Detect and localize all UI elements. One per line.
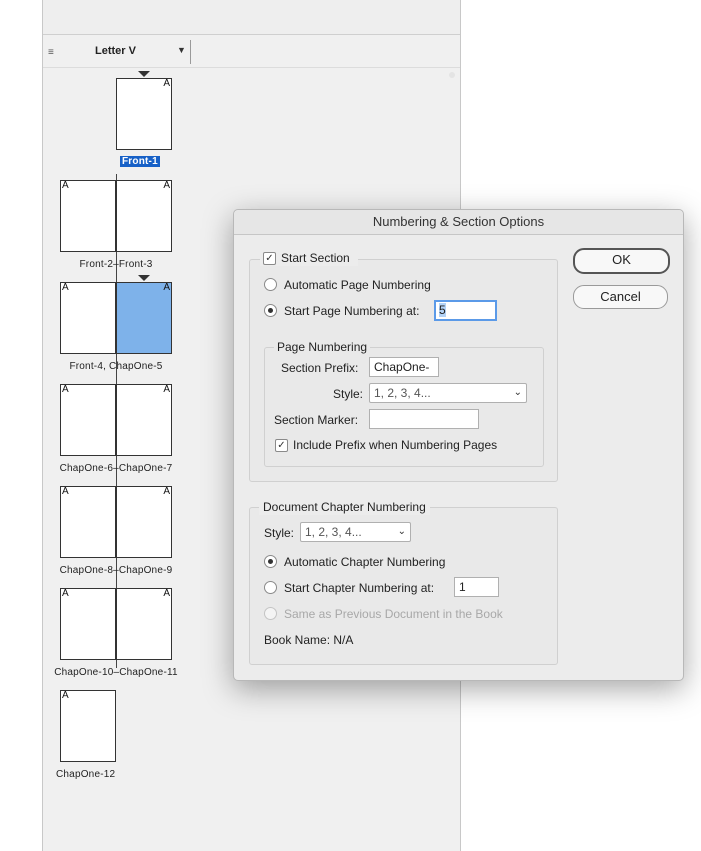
include-prefix-label[interactable]: Include Prefix when Numbering Pages xyxy=(293,437,497,453)
spread-label[interactable]: Front-4, ChapOne-5 xyxy=(60,361,172,372)
page-thumbnail[interactable]: A xyxy=(116,486,172,558)
master-marker: A xyxy=(62,588,69,599)
current-page-indicator xyxy=(138,71,150,77)
master-name[interactable]: Letter V xyxy=(95,45,136,57)
page-thumbnail[interactable]: A xyxy=(60,588,116,660)
scrollbar-indicator[interactable] xyxy=(449,72,455,78)
chapter-numbering-heading: Document Chapter Numbering xyxy=(259,499,430,515)
same-as-previous-label: Same as Previous Document in the Book xyxy=(284,607,503,621)
panel-grip-icon[interactable]: ≡ xyxy=(48,47,54,58)
bar-divider xyxy=(190,40,191,64)
master-marker: A xyxy=(62,180,69,191)
master-marker: A xyxy=(163,486,170,497)
page-thumbnail[interactable]: A xyxy=(116,180,172,252)
checkbox-check-icon: ✓ xyxy=(277,440,286,451)
chapter-style-value: 1, 2, 3, 4... xyxy=(305,525,362,539)
include-prefix-checkbox[interactable]: ✓ xyxy=(275,439,288,452)
spread-label[interactable]: Front-2–Front-3 xyxy=(60,259,172,270)
checkbox-check-icon: ✓ xyxy=(265,253,274,264)
automatic-page-numbering-label[interactable]: Automatic Page Numbering xyxy=(284,277,431,293)
start-page-numbering-radio[interactable] xyxy=(264,304,277,317)
chapter-style-label: Style: xyxy=(264,526,295,540)
same-as-previous-radio[interactable] xyxy=(264,607,277,620)
master-marker: A xyxy=(163,384,170,395)
page-numbering-heading: Page Numbering xyxy=(274,339,371,355)
master-marker: A xyxy=(62,384,69,395)
spread-label[interactable]: ChapOne-6–ChapOne-7 xyxy=(50,463,182,474)
master-bar: ≡ Letter V ▼ xyxy=(43,35,460,68)
chevron-down-icon: ⌄ xyxy=(397,526,406,537)
dialog-title: Numbering & Section Options xyxy=(234,210,683,235)
start-section-checkbox[interactable]: ✓ xyxy=(263,252,276,265)
start-page-number-input[interactable]: 5 xyxy=(434,300,497,321)
start-page-number-value: 5 xyxy=(439,303,446,317)
start-section-label[interactable]: Start Section xyxy=(281,250,350,266)
page-thumbnail[interactable]: A xyxy=(60,282,116,354)
master-marker: A xyxy=(62,690,69,701)
master-marker: A xyxy=(62,486,69,497)
start-chapter-numbering-radio[interactable] xyxy=(264,581,277,594)
start-chapter-number-input[interactable]: 1 xyxy=(454,577,499,597)
spread-label[interactable]: ChapOne-12 xyxy=(56,769,115,780)
spread-label[interactable]: Front-1 xyxy=(120,156,160,167)
page-style-select[interactable]: 1, 2, 3, 4... ⌄ xyxy=(369,383,527,403)
master-marker: A xyxy=(163,282,170,293)
page-thumbnail[interactable]: A xyxy=(116,384,172,456)
spread-label[interactable]: ChapOne-10–ChapOne-11 xyxy=(44,667,188,678)
master-marker: A xyxy=(163,588,170,599)
page-style-value: 1, 2, 3, 4... xyxy=(374,386,431,400)
current-page-indicator xyxy=(138,275,150,281)
start-page-numbering-label[interactable]: Start Page Numbering at: xyxy=(284,303,419,319)
master-marker: A xyxy=(62,282,69,293)
automatic-chapter-numbering-radio[interactable] xyxy=(264,555,277,568)
page-style-label: Style: xyxy=(333,387,364,401)
chapter-style-select[interactable]: 1, 2, 3, 4... ⌄ xyxy=(300,522,411,542)
master-marker: A xyxy=(163,180,170,191)
numbering-section-dialog: Numbering & Section Options OK Cancel ✓ … xyxy=(233,209,684,681)
automatic-page-numbering-radio[interactable] xyxy=(264,278,277,291)
master-marker: A xyxy=(163,78,170,89)
page-thumbnail[interactable]: A xyxy=(116,78,172,150)
dropdown-caret-icon[interactable]: ▼ xyxy=(177,45,186,55)
section-marker-label: Section Marker: xyxy=(274,413,359,427)
start-chapter-numbering-label[interactable]: Start Chapter Numbering at: xyxy=(284,580,434,596)
page-thumbnail[interactable]: A xyxy=(60,180,116,252)
page-thumbnail[interactable]: A xyxy=(60,690,116,762)
cancel-button[interactable]: Cancel xyxy=(573,285,668,309)
ok-button[interactable]: OK xyxy=(573,248,670,274)
book-name-text: Book Name: N/A xyxy=(264,633,354,647)
page-thumbnail[interactable]: A xyxy=(60,486,116,558)
panel-top-area xyxy=(43,0,460,35)
section-prefix-input[interactable]: ChapOne- xyxy=(369,357,439,377)
spread-label[interactable]: ChapOne-8–ChapOne-9 xyxy=(50,565,182,576)
section-prefix-label: Section Prefix: xyxy=(281,361,359,375)
page-thumbnail[interactable]: A xyxy=(116,588,172,660)
page-thumbnail-selected[interactable]: A xyxy=(116,282,172,354)
page-thumbnail[interactable]: A xyxy=(60,384,116,456)
chevron-down-icon: ⌄ xyxy=(513,387,522,398)
automatic-chapter-numbering-label[interactable]: Automatic Chapter Numbering xyxy=(284,554,445,570)
section-marker-input[interactable] xyxy=(369,409,479,429)
